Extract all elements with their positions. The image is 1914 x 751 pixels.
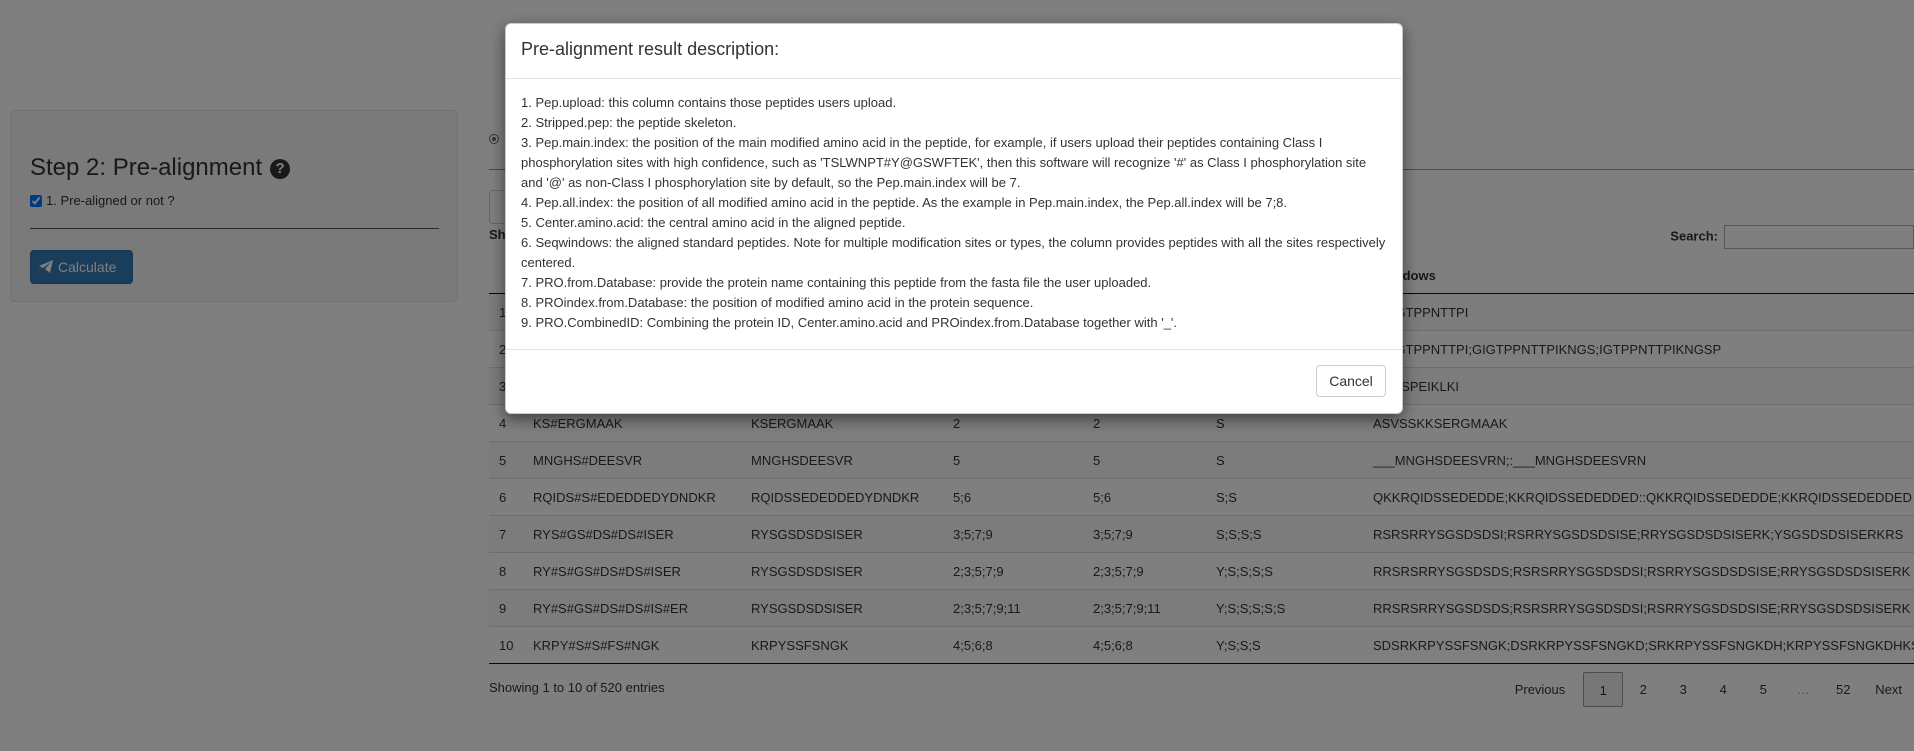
cancel-button[interactable]: Cancel: [1316, 365, 1386, 397]
modal-title: Pre-alignment result description:: [521, 39, 780, 59]
description-line: 7. PRO.from.Database: provide the protei…: [521, 275, 1152, 290]
description-line: 1. Pep.upload: this column contains thos…: [521, 95, 897, 110]
description-modal: Pre-alignment result description: 1. Pep…: [505, 23, 1403, 414]
modal-body: 1. Pep.upload: this column contains thos…: [506, 79, 1402, 350]
description-line: 9. PRO.CombinedID: Combining the protein…: [521, 315, 1178, 330]
description-line: 3. Pep.main.index: the position of the m…: [521, 135, 1367, 190]
modal-footer: Cancel: [506, 350, 1402, 414]
description-line: 5. Center.amino.acid: the central amino …: [521, 215, 906, 230]
modal-header: Pre-alignment result description:: [506, 24, 1402, 79]
description-line: 8. PROindex.from.Database: the position …: [521, 295, 1034, 310]
description-line: 2. Stripped.pep: the peptide skeleton.: [521, 115, 737, 130]
description-line: 4. Pep.all.index: the position of all mo…: [521, 195, 1288, 210]
description-line: 6. Seqwindows: the aligned standard pept…: [521, 235, 1386, 270]
